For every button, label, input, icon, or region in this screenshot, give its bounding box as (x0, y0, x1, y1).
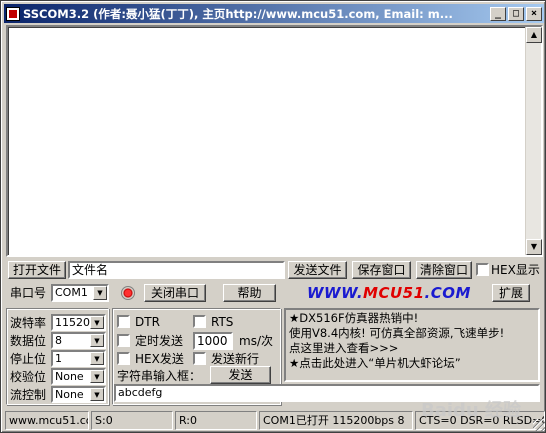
parity-select[interactable]: None ▼ (51, 368, 106, 385)
ad-line-3[interactable]: 点这里进入查看>>> (289, 341, 535, 356)
timed-send-checkbox[interactable] (117, 334, 130, 347)
app-icon (6, 6, 20, 21)
logo-suffix: .COM (424, 284, 471, 302)
input-label: 字符串输入框： (117, 369, 202, 383)
port-label: 串口号 (10, 286, 47, 300)
baud-select[interactable]: 115200 ▼ (51, 314, 106, 331)
send-text-input[interactable]: abcdefg (114, 384, 540, 402)
chevron-down-icon[interactable]: ▼ (90, 334, 104, 347)
vertical-scrollbar[interactable]: ▲ ▼ (525, 27, 542, 255)
window-title: SSCOM3.2 (作者:聂小猛(丁丁), 主页http://www.mcu51… (23, 6, 453, 21)
status-port: COM1已打开 115200bps 8 (259, 411, 413, 430)
hex-display-label: HEX显示 (491, 263, 540, 277)
status-signals: CTS=0 DSR=0 RLSD=0 (415, 411, 545, 430)
clear-window-button[interactable]: 清除窗口 (416, 261, 472, 279)
filename-field[interactable]: 文件名 (68, 261, 285, 279)
ad-line-2[interactable]: 使用V8.4内核! 可仿真全部资源,飞速单步! (289, 326, 535, 341)
title-bar[interactable]: SSCOM3.2 (作者:聂小猛(丁丁), 主页http://www.mcu51… (4, 4, 544, 23)
parity-select-value: None (55, 370, 84, 383)
send-file-button[interactable]: 发送文件 (288, 261, 347, 279)
logo-prefix: WWW. (307, 284, 364, 302)
resize-grip-icon[interactable] (533, 419, 545, 431)
port-status-led-icon (121, 286, 135, 300)
status-site[interactable]: www.mcu51.com (5, 411, 89, 430)
rts-checkbox[interactable] (193, 315, 206, 328)
flow-select[interactable]: None ▼ (51, 386, 106, 403)
maximize-button[interactable]: □ (508, 6, 524, 21)
chevron-down-icon[interactable]: ▼ (90, 352, 104, 365)
send-button[interactable]: 发送 (210, 366, 271, 384)
chevron-down-icon[interactable]: ▼ (90, 388, 104, 401)
port-select[interactable]: COM1 ▼ (51, 284, 109, 302)
databits-label: 数据位 (10, 334, 47, 348)
ad-line-1[interactable]: ★DX516F仿真器热销中! (289, 311, 535, 326)
ad-line-4[interactable]: ★点击此处进入“单片机大虾论坛” (289, 356, 535, 371)
main-window: SSCOM3.2 (作者:聂小猛(丁丁), 主页http://www.mcu51… (0, 0, 546, 433)
send-newline-checkbox[interactable] (193, 352, 206, 365)
databits-select-value: 8 (55, 334, 62, 347)
logo-brand: MCU51 (363, 284, 425, 302)
send-newline-label: 发送新行 (211, 352, 260, 366)
ad-panel[interactable]: ★DX516F仿真器热销中! 使用V8.4内核! 可仿真全部资源,飞速单步! 点… (284, 308, 540, 382)
databits-select[interactable]: 8 ▼ (51, 332, 106, 349)
timed-send-label: 定时发送 (135, 334, 184, 348)
hex-send-checkbox[interactable] (117, 352, 130, 365)
save-window-button[interactable]: 保存窗口 (352, 261, 411, 279)
stopbits-select-value: 1 (55, 352, 62, 365)
mcu51-logo[interactable]: WWW.MCU51.COM (307, 284, 471, 302)
interval-unit-label: ms/次 (239, 334, 273, 348)
expand-button[interactable]: 扩展 (492, 284, 530, 302)
chevron-down-icon[interactable]: ▼ (90, 316, 104, 329)
port-select-value: COM1 (55, 286, 88, 299)
stopbits-label: 停止位 (10, 352, 47, 366)
receive-area[interactable]: ▲ ▼ (6, 25, 543, 257)
hex-display-checkbox[interactable] (476, 263, 489, 276)
stopbits-select[interactable]: 1 ▼ (51, 350, 106, 367)
parity-label: 校验位 (10, 370, 47, 384)
flow-label: 流控制 (10, 388, 47, 402)
status-sent: S:0 (91, 411, 173, 430)
interval-input[interactable]: 1000 (193, 332, 233, 350)
close-button[interactable]: × (526, 6, 542, 21)
minimize-button[interactable]: _ (490, 6, 506, 21)
close-port-button[interactable]: 关闭串口 (144, 284, 206, 302)
open-file-button[interactable]: 打开文件 (8, 261, 66, 279)
status-bar: www.mcu51.com S:0 R:0 COM1已打开 115200bps … (5, 411, 545, 431)
status-received: R:0 (175, 411, 257, 430)
hex-send-label: HEX发送 (135, 352, 184, 366)
rts-label: RTS (211, 315, 234, 329)
flow-select-value: None (55, 388, 84, 401)
chevron-down-icon[interactable]: ▼ (90, 370, 104, 383)
dtr-label: DTR (135, 315, 160, 329)
chevron-down-icon[interactable]: ▼ (93, 286, 107, 300)
help-button[interactable]: 帮助 (223, 284, 276, 302)
baud-label: 波特率 (10, 316, 47, 330)
scroll-up-arrow-icon[interactable]: ▲ (526, 27, 542, 43)
dtr-checkbox[interactable] (117, 315, 130, 328)
scroll-down-arrow-icon[interactable]: ▼ (526, 239, 542, 255)
